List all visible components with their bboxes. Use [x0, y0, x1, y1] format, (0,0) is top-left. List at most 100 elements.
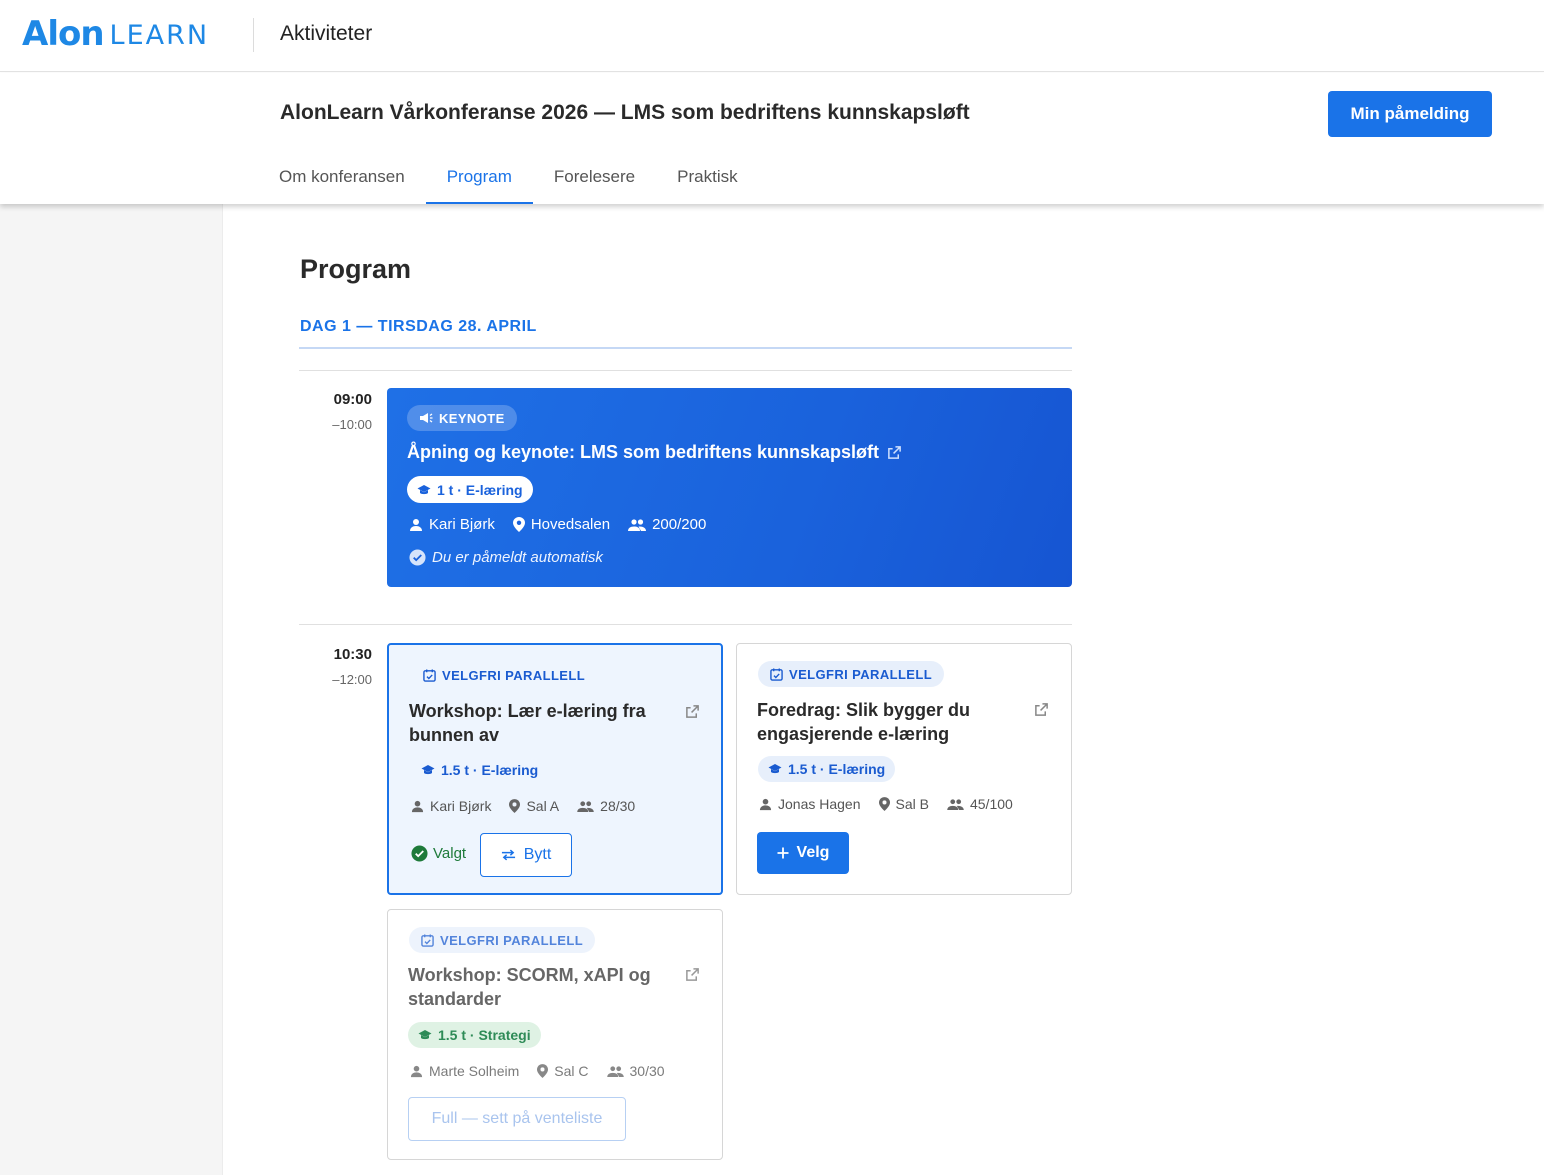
conference-title: AlonLearn Vårkonferanse 2026 — LMS som b…: [280, 101, 970, 124]
session-duration-pill: 1.5 t · E-læring: [758, 756, 896, 782]
parallel-badge: VELGFRI PARALLELL: [758, 661, 945, 687]
person-icon: [410, 1065, 423, 1078]
session-duration-label: 1.5 t · Strategi: [438, 1027, 531, 1043]
external-link-icon[interactable]: [1034, 702, 1050, 718]
location: Sal A: [509, 798, 559, 814]
people-icon: [628, 518, 647, 531]
select-button-label: Velg: [796, 844, 830, 861]
session-title[interactable]: Workshop: Lær e-læring fra bunnen av: [409, 699, 669, 747]
logo-sub: LEARN: [109, 20, 210, 51]
session-duration-label: 1.5 t · E-læring: [441, 762, 539, 778]
session-duration-pill: 1.5 t · Strategi: [408, 1022, 541, 1048]
conference-tabs: Om konferansen Program Forelesere Prakti…: [258, 157, 759, 204]
conference-header: AlonLearn Vårkonferanse 2026 — LMS som b…: [0, 73, 1544, 204]
location-pin-icon: [537, 1064, 549, 1078]
session-meta: Kari Bjørk Sal A 28/30: [411, 798, 635, 814]
tab-program[interactable]: Program: [425, 157, 534, 204]
speaker: Kari Bjørk: [409, 516, 495, 533]
parallel-badge: VELGFRI PARALLELL: [411, 662, 597, 688]
room-name: Hovedsalen: [530, 516, 611, 533]
keynote-duration-label: 1 t · E-læring: [437, 481, 523, 498]
capacity: 45/100: [947, 796, 1013, 812]
location-pin-icon: [509, 799, 521, 813]
external-link-icon[interactable]: [685, 704, 701, 720]
keynote-badge: KEYNOTE: [407, 405, 517, 431]
parallel-badge-label: VELGFRI PARALLELL: [789, 666, 933, 682]
external-link-icon[interactable]: [685, 967, 701, 983]
day-divider: [299, 347, 1072, 349]
plus-icon: [777, 847, 789, 859]
speaker: Kari Bjørk: [411, 798, 491, 814]
megaphone-icon: [419, 412, 433, 424]
parallel-badge-label: VELGFRI PARALLELL: [442, 667, 586, 683]
tab-speakers[interactable]: Forelesere: [533, 157, 656, 204]
location-pin-icon: [512, 517, 525, 532]
select-button[interactable]: Velg: [757, 832, 849, 874]
slot-start-time: 09:00: [333, 391, 372, 408]
check-circle-icon: [411, 845, 428, 862]
session-title[interactable]: Foredrag: Slik bygger du engasjerende e-…: [757, 698, 1017, 746]
session-meta: Jonas Hagen Sal B 45/100: [759, 796, 1013, 812]
check-circle-icon: [409, 549, 426, 566]
slot-divider: [299, 370, 1072, 371]
capacity-count: 45/100: [969, 796, 1013, 812]
calendar-check-icon: [421, 933, 434, 947]
auto-registered-note: Du er påmeldt automatisk: [409, 549, 603, 566]
swap-button[interactable]: Bytt: [480, 833, 572, 877]
session-card[interactable]: VELGFRI PARALLELL Foredrag: Slik bygger …: [736, 643, 1072, 895]
capacity: 28/30: [577, 798, 635, 814]
calendar-check-icon: [770, 667, 783, 681]
session-duration-pill: 1.5 t · E-læring: [411, 757, 548, 783]
day-heading: DAG 1 — TIRSDAG 28. APRIL: [300, 318, 537, 335]
tab-about[interactable]: Om konferansen: [258, 157, 426, 204]
waitlist-button[interactable]: Full — sett på venteliste: [408, 1097, 626, 1141]
location: Hovedsalen: [512, 516, 611, 533]
auto-registered-text: Du er påmeldt automatisk: [432, 549, 603, 566]
capacity-count: 28/30: [600, 798, 636, 814]
slot-divider: [299, 624, 1072, 625]
capacity-count: 200/200: [652, 516, 707, 533]
speaker: Marte Solheim: [410, 1063, 519, 1079]
keynote-card[interactable]: KEYNOTE Åpning og keynote: LMS som bedri…: [387, 388, 1072, 587]
people-icon: [947, 798, 964, 810]
room-name: Sal C: [554, 1063, 589, 1079]
keynote-title[interactable]: Åpning og keynote: LMS som bedriftens ku…: [407, 442, 902, 463]
parallel-badge: VELGFRI PARALLELL: [409, 927, 596, 953]
parallel-badge-label: VELGFRI PARALLELL: [440, 932, 584, 948]
room-name: Sal B: [895, 796, 929, 812]
graduation-cap-icon: [768, 763, 782, 775]
selected-status: Valgt: [411, 845, 466, 862]
external-link-icon[interactable]: [887, 445, 902, 460]
location-pin-icon: [878, 797, 890, 811]
capacity-count: 30/30: [629, 1063, 665, 1079]
swap-icon: [501, 849, 516, 861]
speaker-name: Jonas Hagen: [778, 796, 861, 812]
graduation-cap-icon: [421, 764, 435, 776]
speaker-name: Kari Bjørk: [429, 516, 495, 533]
session-card-full[interactable]: VELGFRI PARALLELL Workshop: SCORM, xAPI …: [387, 909, 723, 1160]
tab-practical[interactable]: Praktisk: [656, 157, 758, 204]
graduation-cap-icon: [417, 484, 431, 496]
slot-end-time: –12:00: [332, 672, 372, 687]
my-registration-button[interactable]: Min påmelding: [1328, 91, 1492, 137]
calendar-check-icon: [423, 668, 436, 682]
graduation-cap-icon: [418, 1029, 432, 1041]
person-icon: [411, 800, 424, 813]
location: Sal B: [878, 796, 929, 812]
room-name: Sal A: [526, 798, 560, 814]
people-icon: [577, 800, 594, 812]
people-icon: [606, 1065, 624, 1077]
capacity: 30/30: [606, 1063, 665, 1079]
alonlearn-logo[interactable]: Alon LEARN: [22, 14, 209, 54]
logo-main: Alon: [22, 14, 105, 54]
top-bar: Alon LEARN Aktiviteter: [0, 0, 1544, 72]
topbar-divider: [253, 18, 254, 52]
session-duration-label: 1.5 t · E-læring: [788, 761, 886, 777]
session-title[interactable]: Workshop: SCORM, xAPI og standarder: [408, 963, 668, 1011]
left-gutter: [0, 204, 223, 1175]
keynote-duration-pill: 1 t · E-læring: [407, 476, 533, 503]
program-heading: Program: [300, 254, 412, 284]
location: Sal C: [537, 1063, 589, 1079]
speaker-name: Kari Bjørk: [430, 798, 492, 814]
session-card-selected[interactable]: VELGFRI PARALLELL Workshop: Lær e-læring…: [387, 643, 723, 895]
